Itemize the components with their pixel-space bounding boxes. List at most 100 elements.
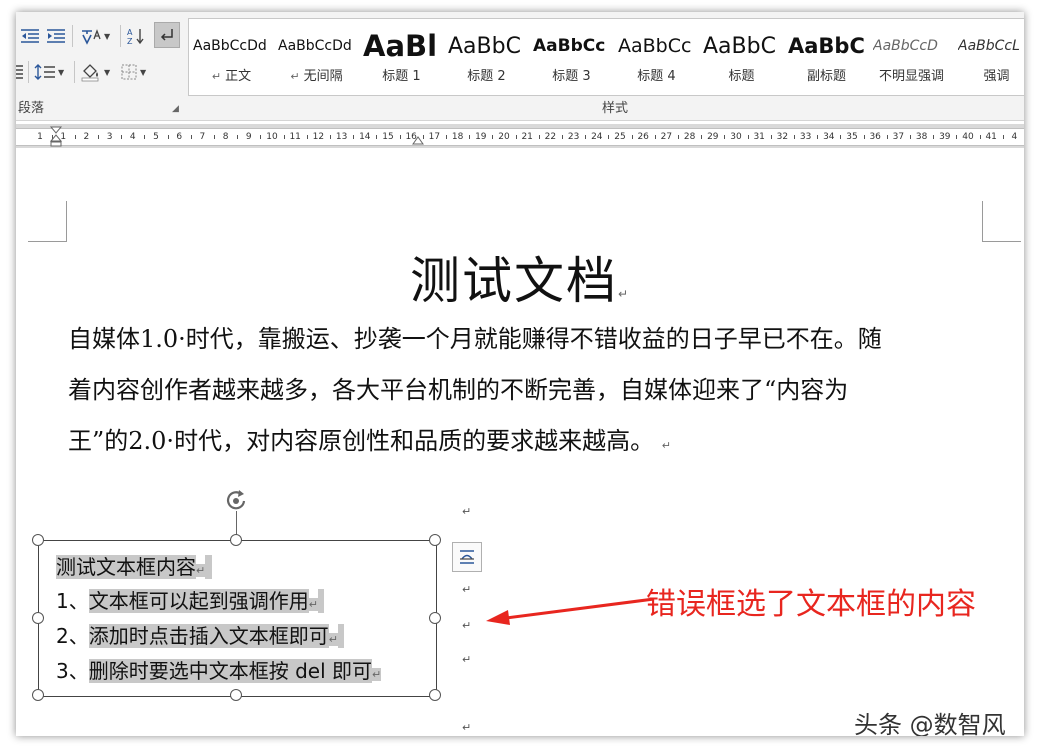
style-subtitle[interactable]: AaBbC 副标题 [784, 19, 869, 95]
style-heading-2[interactable]: AaBbC 标题 2 [444, 19, 529, 95]
style-normal[interactable]: AaBbCcDd ↵ 正文 [189, 19, 274, 95]
style-emphasis[interactable]: AaBbCcL 强调 [954, 19, 1024, 95]
chinese-layout-button[interactable]: ▼ [80, 24, 110, 48]
ribbon: ▼ A Z ▼ ▼ ▼ 段落 ◢ AaBbCcDd ↵ 正文 AaBbCcDd … [16, 12, 1024, 121]
paragraph-line[interactable]: 王”的2.0·时代，对内容原创性和品质的要求越来越高。 ↵ [68, 421, 671, 456]
style-heading-3[interactable]: AaBbCc 标题 3 [529, 19, 614, 95]
textbox-line[interactable]: 3、删除时要选中文本框按 del 即可↵ [56, 655, 382, 684]
ruler-label: 9 [245, 132, 252, 142]
ruler-label: 17 [428, 132, 441, 142]
ruler-tick [817, 135, 819, 139]
align-button[interactable] [16, 60, 24, 84]
ruler-label: 23 [567, 132, 580, 142]
empty-paragraph-mark: ↵ [462, 653, 472, 666]
ruler-tick [910, 135, 911, 139]
first-line-indent-marker[interactable] [49, 126, 63, 148]
ruler-label: 4 [1011, 132, 1018, 142]
ruler-label: 27 [660, 132, 673, 142]
borders-button[interactable]: ▼ [120, 60, 146, 84]
annotation-label: 错误框选了文本框的内容 [646, 587, 976, 622]
line-spacing-icon [34, 64, 55, 80]
ruler-tick [654, 135, 656, 139]
style-name: 标题 2 [467, 69, 506, 84]
resize-handle-bottom[interactable] [230, 689, 242, 701]
ruler-tick [446, 135, 447, 139]
shading-icon [81, 64, 99, 82]
paragraph-line[interactable]: 自媒体1.0·时代，靠搬运、抄袭一个月就能赚得不错收益的日子早已不在。随 [68, 319, 882, 354]
ruler-tick [747, 135, 749, 139]
style-name: 标题 4 [637, 69, 676, 84]
decrease-indent-icon [21, 29, 39, 43]
paragraph-group: ▼ A Z ▼ ▼ ▼ 段落 ◢ [16, 12, 188, 120]
ruler-tick [678, 135, 679, 139]
document-title[interactable]: 测试文档↵ [16, 241, 1024, 313]
ruler-label: 22 [544, 132, 557, 142]
textbox-line[interactable]: 测试文本框内容↵ [56, 551, 212, 580]
ruler-tick [492, 135, 494, 139]
ruler-tick [770, 135, 772, 139]
ruler-tick [74, 135, 76, 139]
ruler-label: 7 [199, 132, 206, 142]
sort-icon: A Z [127, 28, 144, 46]
resize-handle-bottom-right[interactable] [429, 689, 441, 701]
paragraph-line[interactable]: 着内容创作者越来越多，各大平台机制的不断完善，自媒体迎来了“内容为 [68, 370, 848, 405]
layout-options-button[interactable] [452, 542, 482, 572]
shading-button[interactable]: ▼ [80, 60, 110, 84]
ruler-label: 15 [382, 132, 394, 142]
paragraph-group-label: 段落 [18, 101, 45, 116]
right-indent-marker[interactable] [411, 132, 425, 146]
ruler-tick [794, 135, 795, 139]
style-title[interactable]: AaBbC 标题 [699, 19, 784, 95]
ruler-tick [353, 135, 355, 139]
style-preview: AaBbCcL [958, 38, 1020, 54]
resize-handle-top[interactable] [230, 534, 242, 546]
ruler-tick [306, 135, 308, 139]
line-spacing-button[interactable]: ▼ [34, 60, 64, 84]
dialog-launcher-icon[interactable]: ◢ [172, 104, 179, 114]
ruler-tick [515, 135, 517, 139]
textbox-line[interactable]: 2、添加时点击插入文本框即可↵ [56, 620, 345, 649]
word-window: ▼ A Z ▼ ▼ ▼ 段落 ◢ AaBbCcDd ↵ 正文 AaBbCcDd … [16, 12, 1024, 736]
ruler-tick [608, 135, 610, 139]
textbox-line[interactable]: 1、文本框可以起到强调作用↵ [56, 585, 325, 614]
chinese-layout-icon [82, 29, 101, 45]
ruler-label: 10 [266, 132, 278, 142]
separator [28, 61, 29, 83]
ruler-tick [98, 135, 99, 139]
ruler-label: 30 [730, 132, 742, 142]
style-name: ↵ 无间隔 [290, 69, 343, 84]
borders-icon [121, 64, 137, 80]
ruler-label: 37 [892, 132, 905, 142]
decrease-indent-button[interactable] [20, 24, 40, 48]
ruler-label: 21 [521, 132, 533, 142]
resize-handle-bottom-left[interactable] [32, 689, 44, 701]
ruler-label: 19 [475, 132, 487, 142]
increase-indent-button[interactable] [46, 24, 66, 48]
resize-handle-left[interactable] [32, 612, 44, 624]
ruler-label: 4 [129, 132, 136, 142]
ruler-tick [237, 135, 239, 139]
horizontal-ruler[interactable]: 1 1 2 3 4 5 6 7 8 9 10 11 12 13 14 15 16 17 18 19 20 21 22 23 24… [16, 124, 1024, 148]
ruler-label: 25 [614, 132, 626, 142]
style-heading-4[interactable]: AaBbCc 标题 4 [614, 19, 699, 95]
ruler-label: 6 [176, 132, 183, 142]
ruler-label: 2 [83, 132, 90, 142]
style-no-spacing[interactable]: AaBbCcDd ↵ 无间隔 [274, 19, 359, 95]
style-preview: AaBbCcDd [193, 38, 267, 54]
resize-handle-top-right[interactable] [429, 534, 441, 546]
ruler-label: 33 [799, 132, 812, 142]
resize-handle-top-left[interactable] [32, 534, 44, 546]
resize-handle-right[interactable] [429, 612, 441, 624]
ruler-label: 11 [289, 132, 301, 142]
document-page[interactable]: 测试文档↵ 自媒体1.0·时代，靠搬运、抄袭一个月就能赚得不错收益的日子早已不在… [16, 149, 1024, 736]
text-box[interactable]: 测试文本框内容↵ 1、文本框可以起到强调作用↵ 2、添加时点击插入文本框即可↵ … [38, 540, 437, 697]
sort-button[interactable]: A Z [126, 24, 146, 48]
ruler-tick [1002, 135, 1004, 139]
ruler-tick [863, 135, 865, 139]
style-name: ↵ 正文 [211, 69, 252, 84]
style-heading-1[interactable]: AaBl 标题 1 [359, 19, 444, 95]
style-subtle-emphasis[interactable]: AaBbCcD 不明显强调 [869, 19, 954, 95]
rotate-handle-icon[interactable] [222, 487, 252, 515]
ruler-label: 3 [106, 132, 113, 142]
show-paragraph-marks-button[interactable] [154, 22, 180, 48]
